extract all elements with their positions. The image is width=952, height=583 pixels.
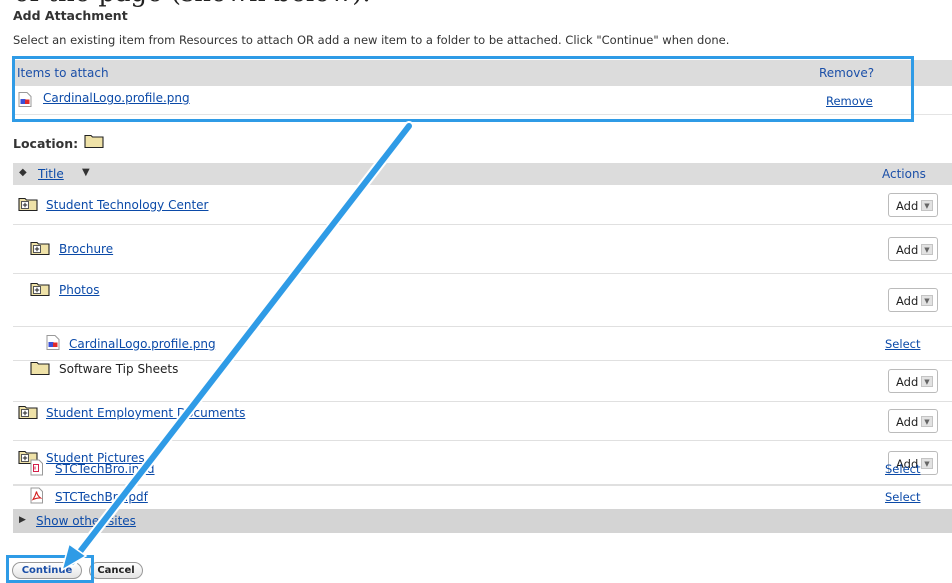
folder-plus-icon[interactable]: [18, 404, 38, 422]
continue-button[interactable]: Continue: [12, 562, 82, 579]
location-text: Location:: [13, 136, 79, 151]
table-row: CardinalLogo.profile.png Select: [13, 327, 952, 361]
folder-name: Software Tip Sheets: [59, 362, 179, 376]
add-dropdown[interactable]: Add ▼: [888, 288, 938, 312]
table-header: ◆ Title ▼ Actions: [13, 163, 952, 185]
add-dropdown[interactable]: Add ▼: [888, 369, 938, 393]
show-other-sites-bar: ▶ Show other sites: [13, 509, 952, 533]
location-label: Location:: [13, 134, 104, 151]
table-row: Student Technology Center Add ▼: [13, 185, 952, 225]
show-other-sites-link[interactable]: Show other sites: [36, 514, 136, 528]
chevron-down-icon: ▼: [921, 199, 933, 211]
sort-icon[interactable]: ◆: [19, 167, 27, 178]
instructions-text: Select an existing item from Resources t…: [13, 33, 730, 47]
page-title: Add Attachment: [13, 8, 128, 23]
select-link[interactable]: Select: [885, 462, 920, 476]
file-link[interactable]: STCTechBro.pdf: [55, 490, 148, 504]
cut-caption-text: of the page (shown below).: [14, 0, 371, 8]
folder-link[interactable]: Photos: [59, 283, 99, 297]
table-row: STCTechBro.indd Select: [13, 452, 952, 486]
chevron-down-icon: ▼: [921, 376, 933, 387]
cancel-button[interactable]: Cancel: [89, 562, 143, 579]
folder-link[interactable]: Brochure: [59, 242, 113, 256]
chevron-down-icon: ▼: [921, 295, 933, 306]
attached-item-link[interactable]: CardinalLogo.profile.png: [43, 91, 190, 105]
items-to-attach-label: Items to attach: [17, 66, 109, 80]
chevron-down-icon: ▼: [921, 416, 933, 427]
folder-plus-icon[interactable]: [30, 240, 50, 258]
chevron-down-icon: ▼: [921, 244, 933, 255]
add-dropdown[interactable]: Add ▼: [888, 192, 938, 217]
actions-column-label: Actions: [882, 167, 926, 181]
select-link[interactable]: Select: [885, 490, 920, 504]
file-link[interactable]: STCTechBro.indd: [55, 462, 155, 476]
folder-link[interactable]: Student Employment Documents: [46, 406, 245, 420]
chevron-right-icon[interactable]: ▶: [19, 515, 26, 525]
attach-item-row: CardinalLogo.profile.png Remove: [13, 86, 952, 115]
attach-header: Items to attach Remove?: [13, 60, 952, 86]
file-link[interactable]: CardinalLogo.profile.png: [69, 337, 216, 351]
table-row: Photos Add ▼: [13, 274, 952, 327]
image-file-icon: [18, 92, 32, 110]
folder-plus-icon[interactable]: [18, 196, 38, 214]
folder-icon: [84, 133, 104, 151]
table-row: Software Tip Sheets Add ▼: [13, 361, 952, 402]
add-dropdown[interactable]: Add ▼: [888, 409, 938, 433]
select-link[interactable]: Select: [885, 337, 920, 351]
remove-link[interactable]: Remove: [826, 94, 873, 108]
table-row: Student Employment Documents Add ▼: [13, 402, 952, 441]
indesign-file-icon: [30, 459, 43, 478]
remove-column-label: Remove?: [819, 66, 875, 80]
folder-link[interactable]: Student Technology Center: [46, 198, 208, 212]
title-column-sort[interactable]: Title: [38, 167, 64, 181]
folder-icon: [30, 360, 50, 378]
image-file-icon: [46, 334, 60, 353]
table-row: Brochure Add ▼: [13, 225, 952, 274]
filter-icon[interactable]: ▼: [82, 167, 90, 178]
folder-plus-icon[interactable]: [30, 281, 50, 299]
table-row: STCTechBro.pdf Select: [13, 486, 952, 508]
pdf-file-icon: [30, 487, 43, 507]
add-dropdown[interactable]: Add ▼: [888, 237, 938, 261]
